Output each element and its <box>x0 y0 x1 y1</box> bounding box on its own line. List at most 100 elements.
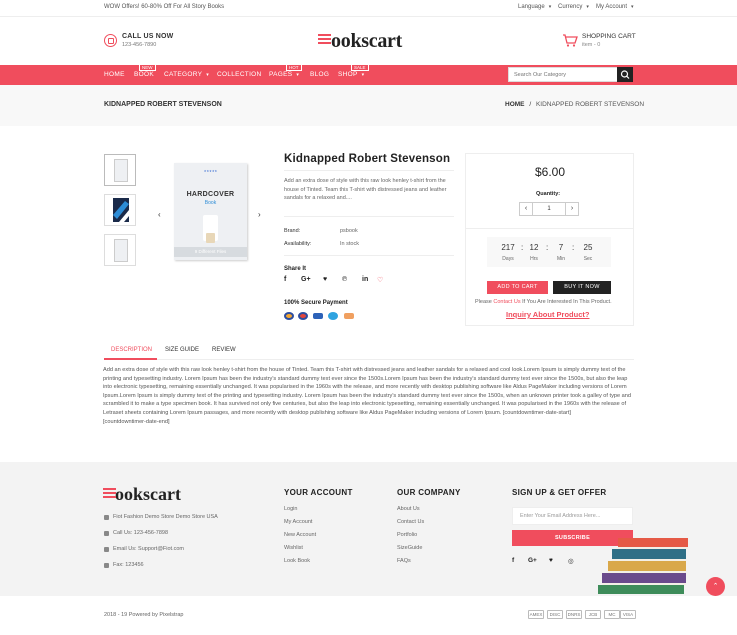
amex-icon: AMEX <box>528 610 544 619</box>
product-thumbnail[interactable] <box>104 194 136 226</box>
site-logo[interactable]: Bookscart <box>318 30 402 52</box>
brand-value: psbook <box>340 228 358 234</box>
discover-icon <box>344 313 354 319</box>
top-bar: WOW Offers! 60-80% Off For All Story Boo… <box>0 0 737 17</box>
nav-pages[interactable]: PAGES ▾ <box>269 71 299 78</box>
nav-shop[interactable]: SHOP ▾ <box>338 71 364 78</box>
linkedin-icon[interactable]: in <box>362 276 368 283</box>
timer-minutes: 7 <box>558 243 564 252</box>
product-thumbnail[interactable] <box>104 234 136 266</box>
product-main-image[interactable]: ★★★★★ HARDCOVER Book 9 Different Files <box>174 163 247 260</box>
tab-review[interactable]: REVIEW <box>212 347 236 353</box>
nav-category[interactable]: CATEGORY ▾ <box>164 71 209 78</box>
footer-link-portfolio[interactable]: Portfolio <box>397 532 417 538</box>
language-dropdown[interactable]: Language ▾ <box>518 4 551 10</box>
visa-icon: VISA <box>620 610 636 619</box>
active-tab-indicator <box>104 358 157 360</box>
account-dropdown[interactable]: My Account ▾ <box>596 4 634 10</box>
inquiry-link[interactable]: Inquiry About Product? <box>506 310 589 319</box>
discover-icon: DISC <box>547 610 563 619</box>
call-us-title: CALL US NOW <box>122 33 174 40</box>
maestro-icon <box>298 312 308 320</box>
footer-link-my-account[interactable]: My Account <box>284 519 312 525</box>
email-icon <box>104 547 109 552</box>
chevron-down-icon: ▾ <box>586 4 589 10</box>
phone-icon <box>104 34 117 47</box>
search-icon <box>620 70 630 79</box>
footer-link-login[interactable]: Login <box>284 506 297 512</box>
product-short-description: Add an extra dose of style with this raw… <box>284 178 447 201</box>
quantity-label: Quantity: <box>536 191 561 197</box>
timer-minutes-label: Min <box>556 256 566 262</box>
secure-payment-title: 100% Secure Payment <box>284 300 348 306</box>
breadcrumb-home[interactable]: HOME <box>505 101 525 108</box>
shopping-cart-icon[interactable] <box>562 33 578 47</box>
phone-icon <box>104 531 109 536</box>
quantity-input[interactable]: 1 <box>533 203 565 215</box>
quantity-increase-button[interactable]: › <box>565 203 578 215</box>
nav-collection[interactable]: COLLECTION <box>217 71 262 78</box>
cover-title: HARDCOVER <box>186 191 235 198</box>
tab-size-guide[interactable]: SIZE GUIDE <box>165 347 199 353</box>
google-plus-icon[interactable]: G+ <box>528 557 537 564</box>
jcb-icon: JCB <box>585 610 601 619</box>
cart-title[interactable]: SHOPPING CART <box>582 33 636 40</box>
buy-now-button[interactable]: BUY IT NOW <box>553 281 611 294</box>
footer-logo[interactable]: Bookscart <box>103 484 181 505</box>
call-us-number: 123-456-7890 <box>122 42 157 48</box>
back-to-top-button[interactable]: ⌃ <box>706 577 725 596</box>
instagram-icon[interactable]: ◎ <box>568 557 574 565</box>
chevron-left-icon[interactable]: ‹ <box>158 210 161 219</box>
timer-colon: : <box>546 243 549 252</box>
cover-footer: 9 Different Files <box>174 247 247 257</box>
twitter-icon[interactable]: ♥ <box>549 557 553 564</box>
footer-link-look-book[interactable]: Look Book <box>284 558 310 564</box>
nav-blog[interactable]: BLOG <box>310 71 329 78</box>
nav-badge-new: NEW <box>139 64 156 71</box>
location-icon <box>104 515 109 520</box>
quantity-decrease-button[interactable]: ‹ <box>520 203 533 215</box>
google-plus-icon[interactable]: G+ <box>301 276 311 283</box>
footer-link-new-account[interactable]: New Account <box>284 532 316 538</box>
search-input[interactable] <box>509 68 617 81</box>
product-price: $6.00 <box>535 165 566 179</box>
footer-link-size-guide[interactable]: SizeGuide <box>397 545 422 551</box>
add-to-cart-button[interactable]: ADD TO CART <box>487 281 548 294</box>
divider <box>465 228 634 229</box>
timer-colon: : <box>572 243 575 252</box>
tabs-divider <box>104 359 634 360</box>
breadcrumb-current: KIDNAPPED ROBERT STEVENSON <box>535 101 645 108</box>
search-box <box>508 67 633 82</box>
your-account-title: YOUR ACCOUNT <box>284 488 353 497</box>
divider <box>284 255 454 256</box>
footer-link-contact[interactable]: Contact Us <box>397 519 424 525</box>
copyright: 2018 - 19 Powered by Pixelstrap <box>104 612 184 618</box>
fax-icon <box>104 563 109 568</box>
heart-icon[interactable]: ♡ <box>377 276 383 284</box>
footer-fax: Fax: 123456 <box>113 562 144 568</box>
newsletter-email-input[interactable]: Enter Your Email Address Here... <box>512 507 633 525</box>
footer-link-about[interactable]: About Us <box>397 506 420 512</box>
cover-subtitle: Book <box>204 200 217 206</box>
footer-link-wishlist[interactable]: Wishlist <box>284 545 303 551</box>
search-button[interactable] <box>617 67 633 82</box>
description-text: Add an extra dose of style with this raw… <box>103 367 631 425</box>
page-title: KIDNAPPED ROBERT STEVENSON <box>104 101 222 108</box>
product-name: Kidnapped Robert Stevenson <box>284 153 451 165</box>
footer-address: Fiot Fashion Demo Store Demo Store USA <box>113 514 218 520</box>
facebook-icon[interactable]: f <box>284 276 286 283</box>
chevron-right-icon[interactable]: › <box>258 210 261 219</box>
pinterest-icon[interactable]: ℗ <box>342 276 347 283</box>
contact-us-link[interactable]: Contact Us <box>493 299 520 305</box>
nav-book[interactable]: BOOK <box>134 71 154 78</box>
visa-icon <box>313 313 323 319</box>
facebook-icon[interactable]: f <box>512 557 514 564</box>
nav-home[interactable]: HOME <box>104 71 125 78</box>
chevron-down-icon: ▾ <box>631 4 634 10</box>
twitter-icon[interactable]: ♥ <box>323 276 327 283</box>
footer-link-faqs[interactable]: FAQs <box>397 558 411 564</box>
share-title: Share It <box>284 266 307 272</box>
product-thumbnail[interactable] <box>104 154 136 186</box>
tab-description[interactable]: DESCRIPTION <box>111 347 152 353</box>
currency-dropdown[interactable]: Currency ▾ <box>558 4 589 10</box>
